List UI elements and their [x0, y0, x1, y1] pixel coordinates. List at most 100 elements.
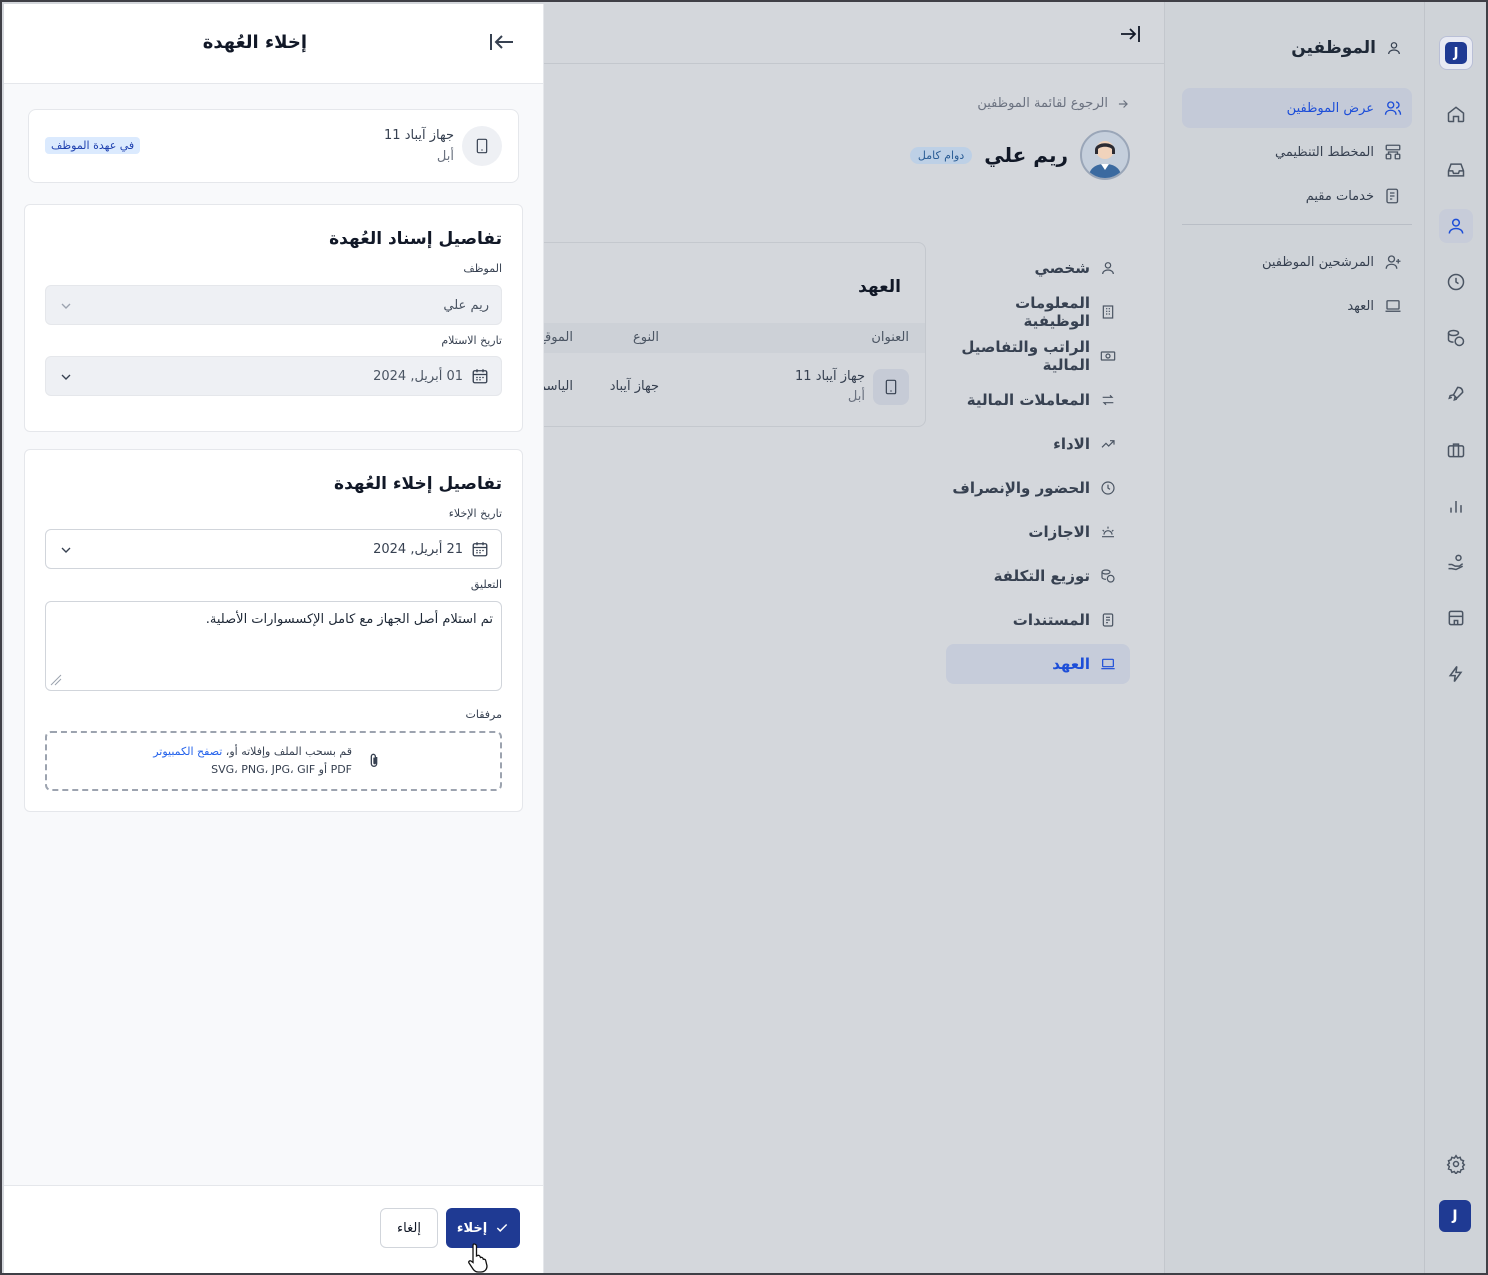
- app-frame: J J الموظفين عرض الموظفين المخطط التنظيم…: [0, 0, 1488, 1275]
- section-title: تفاصيل إسناد العُهدة: [329, 229, 502, 249]
- menu-item-cost-distribution[interactable]: توزيع التكلفة: [946, 556, 1130, 596]
- asset-name: جهاز آيباد 11: [384, 128, 454, 143]
- comment-text: تم استلام أصل الجهاز مع كامل الإكسسوارات…: [205, 612, 493, 627]
- employee-menu: شخصي المعلومات الوظيفية الراتب والتفاصيل…: [946, 248, 1130, 688]
- asset-status-badge: في عهدة الموظف: [45, 137, 141, 154]
- menu-item-label: الاداء: [1053, 435, 1090, 453]
- menu-item-label: المعلومات الوظيفية: [1015, 294, 1090, 330]
- coins-icon[interactable]: [1439, 321, 1473, 355]
- calendar-icon: [471, 367, 489, 385]
- calendar-icon: [471, 540, 489, 558]
- top-bar: [544, 2, 1164, 64]
- store-icon[interactable]: [1439, 601, 1473, 635]
- cancel-button[interactable]: إلغاء: [380, 1208, 438, 1248]
- sidebar-item-resident-services[interactable]: خدمات مقيم: [1182, 176, 1412, 216]
- menu-item-label: توزيع التكلفة: [993, 567, 1090, 585]
- field-label: التعليق: [470, 578, 502, 591]
- sidebar-item-assets[interactable]: العهد: [1182, 286, 1412, 326]
- person-icon: [1100, 260, 1116, 276]
- comment-textarea[interactable]: تم استلام أصل الجهاز مع كامل الإكسسوارات…: [45, 601, 502, 691]
- back-link[interactable]: الرجوع لقائمة الموظفين: [977, 96, 1130, 111]
- menu-item-documents[interactable]: المستندات: [946, 600, 1130, 640]
- menu-item-label: الراتب والتفاصيل المالية: [961, 338, 1090, 374]
- secondary-sidebar: الموظفين عرض الموظفين المخطط التنظيمي خد…: [1164, 2, 1424, 1273]
- user-icon[interactable]: [1439, 209, 1473, 243]
- menu-item-leaves[interactable]: الاجازات: [946, 512, 1130, 552]
- home-icon[interactable]: [1439, 97, 1473, 131]
- assets-table-header: العنوان النوع الموقع: [525, 323, 925, 353]
- menu-item-label: الاجازات: [1028, 523, 1090, 541]
- browse-computer-link[interactable]: تصفح الكمبيوتر: [153, 745, 222, 758]
- sidebar-item-label: عرض الموظفين: [1286, 100, 1374, 116]
- field-label: تاريخ الاستلام: [441, 334, 502, 347]
- hand-cursor-icon: [466, 1242, 490, 1273]
- assets-card-title: العهد: [858, 277, 901, 297]
- inbox-icon[interactable]: [1439, 153, 1473, 187]
- dropzone-text: قم بسحب الملف وإفلاته أو، تصفح الكمبيوتر: [153, 745, 352, 758]
- bar-chart-icon[interactable]: [1439, 489, 1473, 523]
- employment-type-badge: دوام كامل: [909, 146, 973, 164]
- menu-item-label: الحضور والإنصراف: [952, 479, 1090, 497]
- clock-icon[interactable]: [1439, 265, 1473, 299]
- menu-item-label: العهد: [1052, 655, 1090, 673]
- logo-letter: J: [1445, 42, 1467, 64]
- laptop-icon: [1384, 297, 1402, 315]
- file-dropzone[interactable]: قم بسحب الملف وإفلاته أو، تصفح الكمبيوتر…: [45, 731, 502, 791]
- menu-item-label: المستندات: [1012, 611, 1090, 629]
- asset-brand: أبل: [436, 149, 454, 164]
- sidebar-item-label: العهد: [1347, 298, 1374, 314]
- arrow-right-icon: [1116, 97, 1130, 111]
- money-icon: [1100, 348, 1116, 364]
- employee-header: ريم علي دوام كامل: [909, 130, 1130, 180]
- tablet-icon: [873, 369, 909, 405]
- field-label: مرفقات: [465, 708, 503, 721]
- sidebar-item-label: المخطط التنظيمي: [1275, 144, 1374, 160]
- resize-handle-icon[interactable]: [50, 674, 62, 686]
- lightning-icon[interactable]: [1439, 657, 1473, 691]
- sidebar-item-label: خدمات مقيم: [1305, 188, 1374, 204]
- app-logo[interactable]: J: [1439, 36, 1473, 70]
- release-button-label: إخلاء: [456, 1220, 488, 1236]
- clock-icon: [1100, 480, 1116, 496]
- menu-item-salary[interactable]: الراتب والتفاصيل المالية: [946, 336, 1130, 376]
- icon-rail: J J: [1424, 2, 1486, 1273]
- tablet-icon: [462, 126, 502, 166]
- employee-select: ريم علي: [45, 285, 502, 325]
- table-row[interactable]: جهاز آيباد 11 أبل جهاز آيباد الياسم: [525, 359, 925, 419]
- user-plus-icon: [1384, 253, 1402, 271]
- asset-summary: جهاز آيباد 11 أبل في عهدة الموظف: [28, 109, 519, 183]
- release-date-picker[interactable]: 21 أبريل, 2024: [45, 529, 502, 569]
- dropzone-instruction: قم بسحب الملف وإفلاته أو،: [222, 745, 352, 758]
- menu-item-label: المعاملات المالية: [966, 391, 1090, 409]
- menu-item-transactions[interactable]: المعاملات المالية: [946, 380, 1130, 420]
- asset-name: جهاز آيباد 11: [795, 369, 865, 384]
- release-details-section: تفاصيل إخلاء العُهدة تاريخ الإخلاء 21 أب…: [24, 449, 523, 812]
- menu-item-performance[interactable]: الاداء: [946, 424, 1130, 464]
- gear-icon[interactable]: [1439, 1147, 1473, 1181]
- menu-item-attendance[interactable]: الحضور والإنصراف: [946, 468, 1130, 508]
- asset-type: جهاز آيباد: [609, 379, 659, 394]
- drawer-header: إخلاء العُهدة: [4, 4, 543, 84]
- cancel-button-label: إلغاء: [397, 1220, 421, 1236]
- sidebar-item-org-chart[interactable]: المخطط التنظيمي: [1182, 132, 1412, 172]
- menu-item-personal[interactable]: شخصي: [946, 248, 1130, 288]
- person-icon: [1386, 40, 1402, 56]
- collapse-drawer-icon[interactable]: [488, 30, 516, 54]
- rocket-icon[interactable]: [1439, 377, 1473, 411]
- briefcase-icon[interactable]: [1439, 433, 1473, 467]
- sidebar-item-view-employees[interactable]: عرض الموظفين: [1182, 88, 1412, 128]
- chevron-down-icon: [58, 542, 74, 558]
- menu-item-assets[interactable]: العهد: [946, 644, 1130, 684]
- drawer-footer: إخلاء إلغاء: [4, 1185, 543, 1273]
- collapse-sidebar-icon[interactable]: [1118, 22, 1142, 46]
- document-icon: [1100, 612, 1116, 628]
- account-avatar[interactable]: J: [1439, 1200, 1471, 1232]
- sidebar-item-candidates[interactable]: المرشحين الموظفين: [1182, 242, 1412, 282]
- hand-coin-icon[interactable]: [1439, 545, 1473, 579]
- account-letter: J: [1452, 1208, 1458, 1224]
- chevron-down-icon: [58, 298, 74, 314]
- check-icon: [495, 1221, 509, 1235]
- menu-item-job-info[interactable]: المعلومات الوظيفية: [946, 292, 1130, 332]
- drawer-title: إخلاء العُهدة: [202, 32, 307, 53]
- release-date-value: 21 أبريل, 2024: [373, 541, 463, 557]
